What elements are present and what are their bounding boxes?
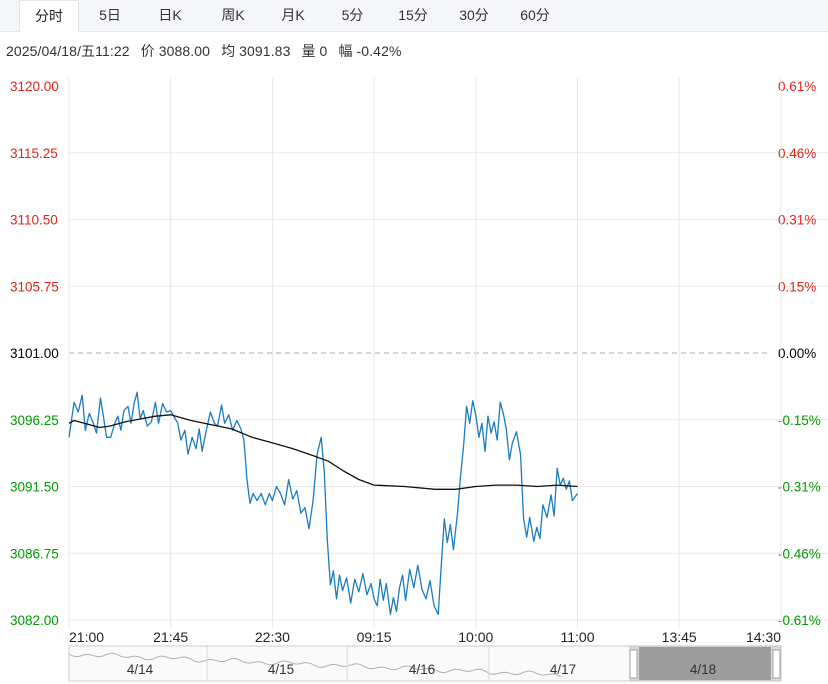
pct-axis-tick-label: -0.61%	[778, 613, 821, 628]
y-axis-tick-label: 3082.00	[10, 613, 59, 628]
y-axis-tick-label: 3086.75	[10, 546, 59, 561]
y-axis-tick-label: 3120.00	[10, 79, 59, 94]
y-axis-tick-label: 3115.25	[10, 146, 58, 161]
x-axis-tick-label: 22:30	[255, 629, 290, 645]
x-axis-tick-label: 11:00	[561, 629, 595, 645]
price-line	[68, 391, 579, 616]
pct-axis-tick-label: -0.46%	[778, 546, 821, 561]
navigator-left-handle	[629, 649, 638, 679]
x-axis-tick-label: 13:45	[662, 629, 697, 645]
navigator-date-label: 4/15	[268, 662, 294, 677]
x-axis-tick-label: 21:45	[153, 629, 188, 645]
intraday-chart[interactable]: 3120.00 0.61% 3115.25 0.46% 3110.50 0.31% 3105…	[0, 0, 828, 684]
pct-axis-tick-label: -0.31%	[778, 480, 821, 495]
x-axis-tick-label: 14:30	[746, 629, 781, 645]
navigator-date-label: 4/18	[690, 662, 716, 677]
y-axis-tick-label: 3101.00	[10, 346, 59, 361]
navigator-right-handle	[772, 649, 781, 679]
pct-axis-tick-label: 0.15%	[778, 279, 816, 294]
pct-axis-tick-label: -0.15%	[778, 413, 821, 428]
pct-axis-tick-label: 0.00%	[778, 346, 816, 361]
y-axis-tick-label: 3096.25	[10, 413, 59, 428]
pct-axis-tick-label: 0.61%	[778, 79, 816, 94]
navigator-date-label: 4/17	[550, 662, 576, 677]
x-axis-tick-label: 10:00	[458, 629, 493, 645]
x-axis-tick-label: 21:00	[69, 629, 104, 645]
x-axis-tick-label: 09:15	[357, 629, 392, 645]
navigator-date-label: 4/14	[127, 662, 154, 677]
y-axis-tick-label: 3105.75	[10, 279, 59, 294]
navigator-date-label: 4/16	[409, 662, 435, 677]
y-axis-tick-label: 3091.50	[10, 480, 59, 495]
y-axis-tick-label: 3110.50	[10, 213, 58, 228]
pct-axis-tick-label: 0.31%	[778, 213, 816, 228]
pct-axis-tick-label: 0.46%	[778, 146, 816, 161]
average-line	[68, 414, 578, 490]
